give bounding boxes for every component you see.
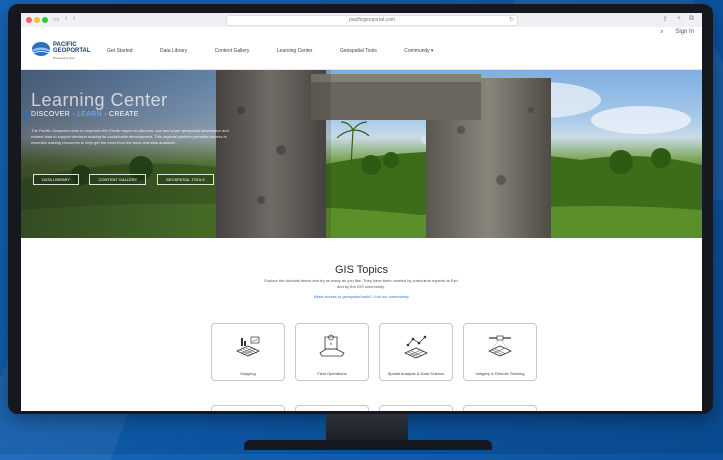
topics-description: Explore the tutorials below and try as m… — [264, 278, 458, 289]
monitor: ▭ ‹ › pacificgeoportal.com ↻ ⇪ + ⧉ ⌕ Sig… — [8, 4, 713, 414]
reload-icon[interactable]: ↻ — [509, 16, 514, 25]
hero-buttons: DATA LIBRARY CONTENT GALLERY GEOSPATIAL … — [33, 168, 220, 186]
main-nav: Get Started Data Library Content Gallery… — [107, 48, 459, 54]
topic-card-partial[interactable] — [463, 405, 537, 411]
site-header: ⌕ Sign In PACIFIC GEOPORTAL Powered by E… — [21, 27, 702, 70]
topic-card-partial[interactable] — [211, 405, 285, 411]
imagery-icon — [488, 335, 512, 357]
topics-title: GIS Topics — [335, 264, 388, 276]
minimize-window-button[interactable] — [34, 17, 40, 23]
topic-card-mapping[interactable]: Mapping — [211, 323, 285, 381]
header-utilities: ⌕ Sign In — [650, 29, 694, 36]
content-gallery-button[interactable]: CONTENT GALLERY — [89, 174, 147, 185]
nav-get-started[interactable]: Get Started — [107, 48, 133, 54]
sidebar-icon[interactable]: ▭ — [53, 15, 60, 23]
logo-subtitle: Powered by Esri — [53, 56, 75, 60]
geospatial-tools-button[interactable]: GEOSPATIAL TOOLS — [156, 174, 214, 185]
nav-data-library[interactable]: Data Library — [160, 48, 187, 54]
tabs-overview-icon[interactable]: ⧉ — [689, 15, 694, 23]
hero-description: The Pacific Geoportal aims to empower th… — [31, 128, 229, 145]
mapping-icon — [236, 336, 260, 357]
logo-line2: GEOPORTAL — [53, 48, 91, 54]
card-label: Imagery & Remote Sensing — [475, 371, 525, 376]
close-window-button[interactable] — [26, 17, 32, 23]
nav-learning-center[interactable]: Learning Center — [277, 48, 313, 54]
tagline-create: · CREATE — [101, 111, 139, 118]
logo-globe-icon — [32, 42, 50, 56]
topic-card-imagery[interactable]: Imagery & Remote Sensing — [463, 323, 537, 381]
hero-accent-bar — [26, 110, 28, 121]
card-label: Mapping — [240, 371, 256, 376]
field-operations-icon — [319, 334, 345, 357]
tagline-discover: DISCOVER · — [31, 111, 78, 118]
topic-card-field-operations[interactable]: Field Operations — [295, 323, 369, 381]
search-icon[interactable]: ⌕ — [660, 29, 663, 35]
monitor-stand-base — [244, 440, 492, 450]
topic-card-partial[interactable] — [379, 405, 453, 411]
join-community-link[interactable]: Need access to geospatial tools? Join ou… — [21, 294, 702, 299]
new-tab-icon[interactable]: + — [677, 15, 681, 22]
browser-chrome: ▭ ‹ › pacificgeoportal.com ↻ ⇪ + ⧉ — [21, 13, 702, 28]
topic-card-partial[interactable] — [295, 405, 369, 411]
card-label: Field Operations — [317, 371, 347, 376]
card-label: Spatial Analysis & Data Science — [387, 371, 445, 376]
data-library-button[interactable]: DATA LIBRARY — [33, 174, 80, 185]
logo[interactable]: PACIFIC GEOPORTAL Powered by Esri — [53, 42, 91, 61]
hero-banner: Learning Center DISCOVER · LEARN · CREAT… — [21, 70, 702, 238]
topic-card-spatial-analysis[interactable]: Spatial Analysis & Data Science — [379, 323, 453, 381]
forward-icon[interactable]: › — [73, 15, 75, 22]
maximize-window-button[interactable] — [42, 17, 48, 23]
url-text: pacificgeoportal.com — [349, 17, 395, 23]
nav-geospatial-tools[interactable]: Geospatial Tools — [340, 48, 377, 54]
nav-community[interactable]: Community ▾ — [404, 48, 433, 54]
tagline-learn: LEARN — [77, 111, 102, 118]
spatial-analysis-icon — [404, 335, 428, 359]
screen: ▭ ‹ › pacificgeoportal.com ↻ ⇪ + ⧉ ⌕ Sig… — [21, 13, 702, 411]
hero-title: Learning Center — [31, 90, 168, 110]
hero-tagline: DISCOVER · LEARN · CREATE — [31, 111, 139, 118]
nav-content-gallery[interactable]: Content Gallery — [215, 48, 250, 54]
address-bar[interactable]: pacificgeoportal.com ↻ — [226, 15, 518, 26]
sign-in-link[interactable]: Sign In — [675, 29, 694, 35]
share-icon[interactable]: ⇪ — [662, 15, 668, 23]
back-icon[interactable]: ‹ — [65, 15, 67, 22]
